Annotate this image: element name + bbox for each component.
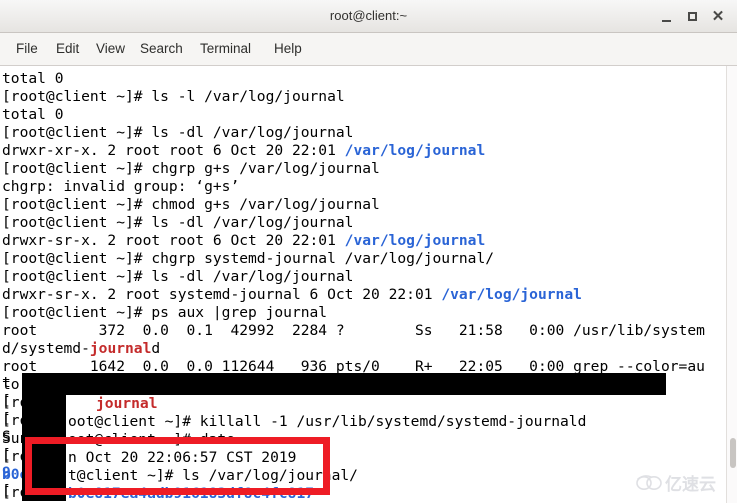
terminal-text: [root@client ~]# ls -dl /var/log/journal	[2, 268, 354, 285]
terminal-line: chgrp: invalid group: ‘g+s’	[2, 178, 239, 196]
background-terminal-char: S	[2, 428, 11, 445]
menu-item-view[interactable]: View	[88, 33, 133, 65]
terminal-line: drwxr-sr-x. 2 root systemd-journal 6 Oct…	[2, 286, 582, 304]
terminal-line: [root@client ~]# ls -dl /var/log/journal	[2, 268, 353, 286]
terminal-line: [root@client ~]# ls -l /var/log/journal	[2, 88, 345, 106]
window-titlebar: root@client:~ ✕	[0, 0, 737, 33]
terminal-line: drwxr-xr-x. 2 root root 6 Oct 20 22:01 /…	[2, 142, 485, 160]
red-annotation-rectangle	[25, 437, 330, 495]
terminal-text: root 372 0.0 0.1 42992 2284 ? Ss 21:58 0…	[2, 322, 705, 339]
terminal-text: chgrp: invalid group: ‘g+s’	[2, 178, 240, 195]
terminal-line: [root@client ~]# ls -dl /var/log/journal	[2, 214, 353, 232]
close-icon: ✕	[711, 8, 725, 25]
terminal-text: total 0	[2, 70, 64, 87]
grep-match: journal	[89, 340, 152, 357]
menu-item-terminal[interactable]: Terminal	[192, 33, 259, 65]
terminal-line: [root@client ~]# chgrp g+s /var/log/jour…	[2, 160, 380, 178]
menu-item-search[interactable]: Search	[132, 33, 191, 65]
menu-item-help[interactable]: Help	[266, 33, 310, 65]
background-terminal-char: [	[2, 482, 11, 499]
maximize-icon	[687, 12, 697, 21]
terminal-line: root 372 0.0 0.1 42992 2284 ? Ss 21:58 0…	[2, 322, 705, 340]
terminal-text: total 0	[2, 106, 64, 123]
terminal-line: drwxr-sr-x. 2 root root 6 Oct 20 22:01 /…	[2, 232, 485, 250]
terminal-line: total 0	[2, 70, 64, 88]
terminal-line: [root@client ~]# chgrp systemd-journal /…	[2, 250, 494, 268]
terminal-text: [root@client ~]# ps aux |grep journal	[2, 304, 328, 321]
directory-path: /var/log/journal	[441, 286, 582, 303]
terminal-text: drwxr-sr-x. 2 root root 6 Oct 20 22:01	[2, 232, 345, 249]
scrollbar-thumb[interactable]	[730, 438, 736, 468]
terminal-text: [root@client ~]# ls -dl /var/log/journal	[2, 124, 354, 141]
menu-bar: File Edit View Search Terminal Help	[0, 33, 737, 66]
terminal-line: d/systemd-journald	[2, 340, 160, 358]
minimize-button[interactable]	[656, 7, 676, 27]
terminal-text: drwxr-sr-x. 2 root systemd-journal 6 Oct…	[2, 286, 442, 303]
terminal-line: oot@client ~]# killall -1 /usr/lib/syste…	[68, 413, 586, 431]
window-title: root@client:~	[329, 8, 408, 23]
terminal-line: [root@client ~]# ps aux |grep journal	[2, 304, 327, 322]
close-button[interactable]: ✕	[708, 7, 728, 27]
terminal-line: total 0	[2, 106, 64, 124]
terminal-text: [root@client ~]# chmod g+s /var/log/jour…	[2, 196, 380, 213]
terminal-text: drwxr-xr-x. 2 root root 6 Oct 20 22:01	[2, 142, 345, 159]
terminal-text: d	[151, 340, 161, 357]
terminal-text: [root@client ~]# chgrp g+s /var/log/jour…	[2, 160, 380, 177]
grep-match: journal	[96, 395, 158, 412]
background-terminal-char: [	[2, 392, 11, 409]
minimize-icon	[661, 20, 671, 22]
terminal-text: [root@client ~]# ls -dl /var/log/journal	[2, 214, 354, 231]
background-terminal-char: [	[2, 446, 11, 463]
terminal-line: [root@client ~]# ls -dl /var/log/journal	[2, 124, 353, 142]
terminal-text: [root@client ~]# ls -l /var/log/journal	[2, 88, 345, 105]
background-terminal-char: [	[2, 410, 11, 427]
menu-item-edit[interactable]: Edit	[48, 33, 87, 65]
directory-path: /var/log/journal	[344, 142, 486, 159]
maximize-button[interactable]	[682, 7, 702, 27]
menu-item-file[interactable]: File	[8, 33, 46, 65]
background-terminal-char: 9	[2, 464, 11, 481]
terminal-text: [root@client ~]# chgrp systemd-journal /…	[2, 250, 495, 267]
terminal-text: d/systemd-	[2, 340, 90, 357]
terminal-line: [root@client ~]# chmod g+s /var/log/jour…	[2, 196, 380, 214]
directory-path: /var/log/journal	[344, 232, 486, 249]
background-terminal-char: t	[2, 374, 11, 391]
terminal-line: journal	[96, 395, 158, 413]
terminal-window: root@client:~ ✕ File Edit View Search Termin…	[0, 0, 737, 503]
terminal-scrollbar[interactable]	[726, 66, 737, 503]
terminal-text: oot@client ~]# killall -1 /usr/lib/syste…	[68, 413, 587, 430]
